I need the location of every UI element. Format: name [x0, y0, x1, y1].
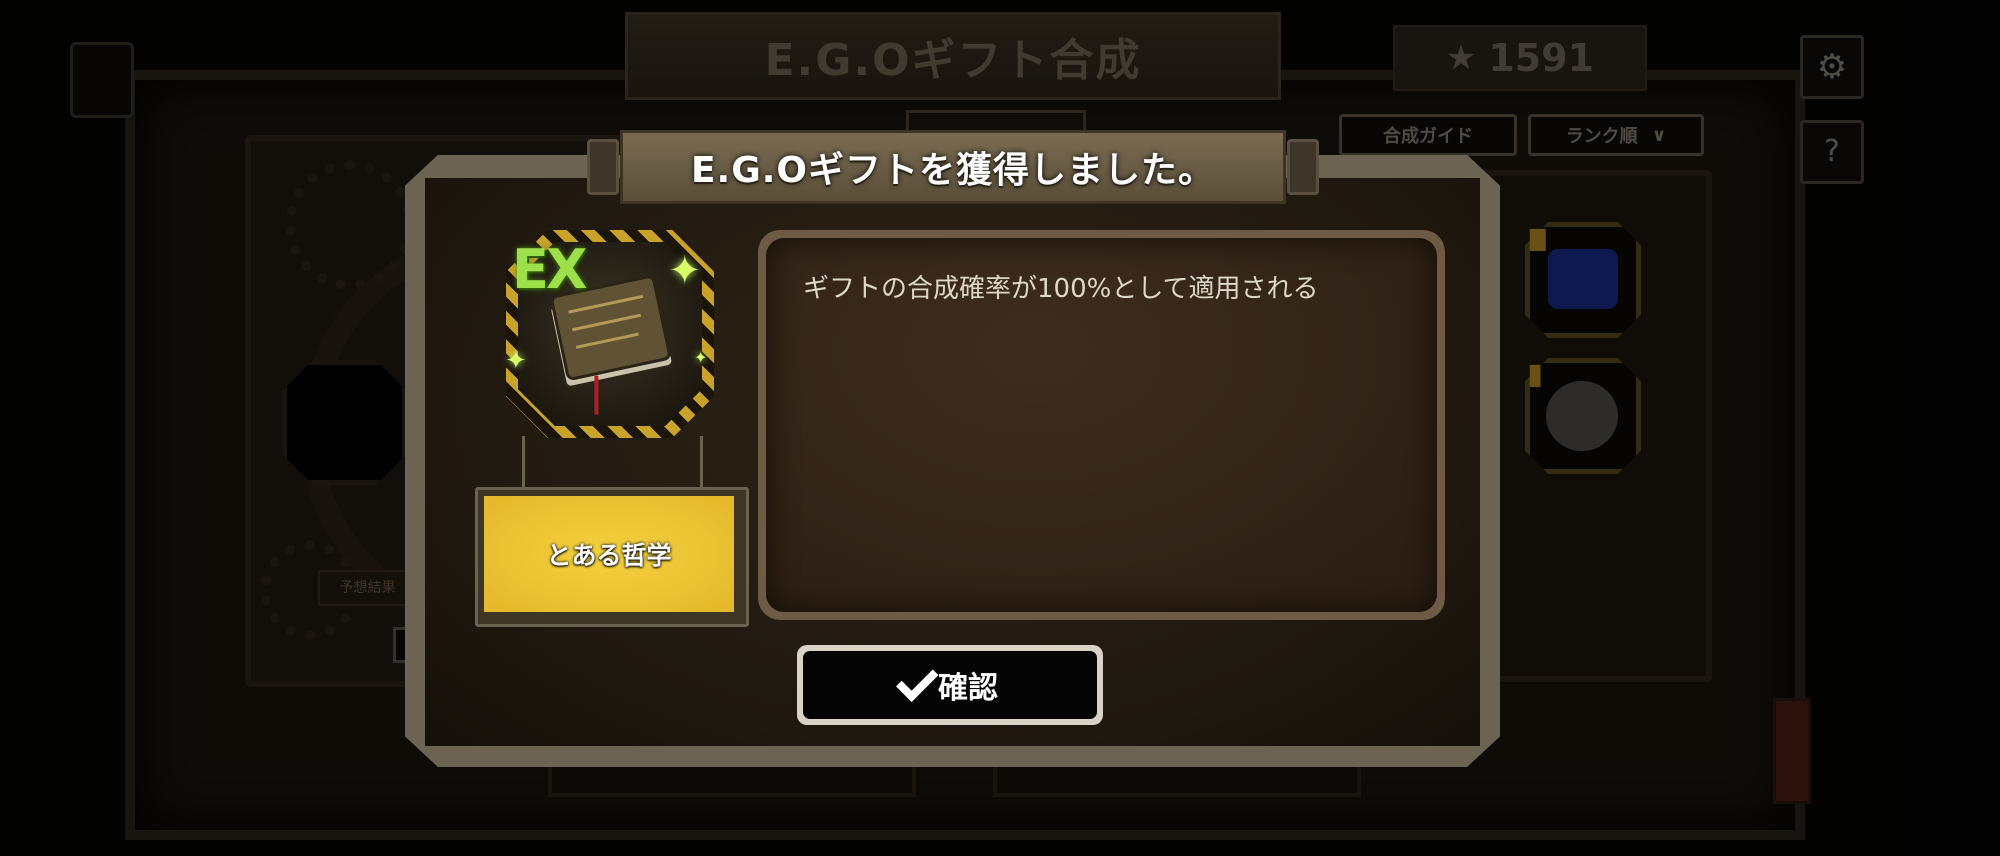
sparkle-icon: ✦: [694, 348, 708, 367]
modal-title: E.G.Oギフトを獲得しました。: [620, 130, 1286, 204]
ex-rank-badge: EX: [512, 238, 588, 301]
chain-right: [700, 436, 703, 488]
header-bracket-right: [1287, 139, 1319, 195]
sparkle-icon: ✦: [668, 248, 702, 294]
sparkle-icon: ✦: [505, 346, 527, 376]
gift-description: ギフトの合成確率が100%として適用される: [803, 274, 1319, 304]
check-icon: [896, 659, 939, 702]
confirm-button[interactable]: 確認: [803, 651, 1097, 719]
confirm-label: 確認: [938, 671, 998, 706]
header-bracket-left: [587, 139, 619, 195]
chain-left: [522, 436, 525, 488]
gift-name: とある哲学: [484, 496, 734, 612]
